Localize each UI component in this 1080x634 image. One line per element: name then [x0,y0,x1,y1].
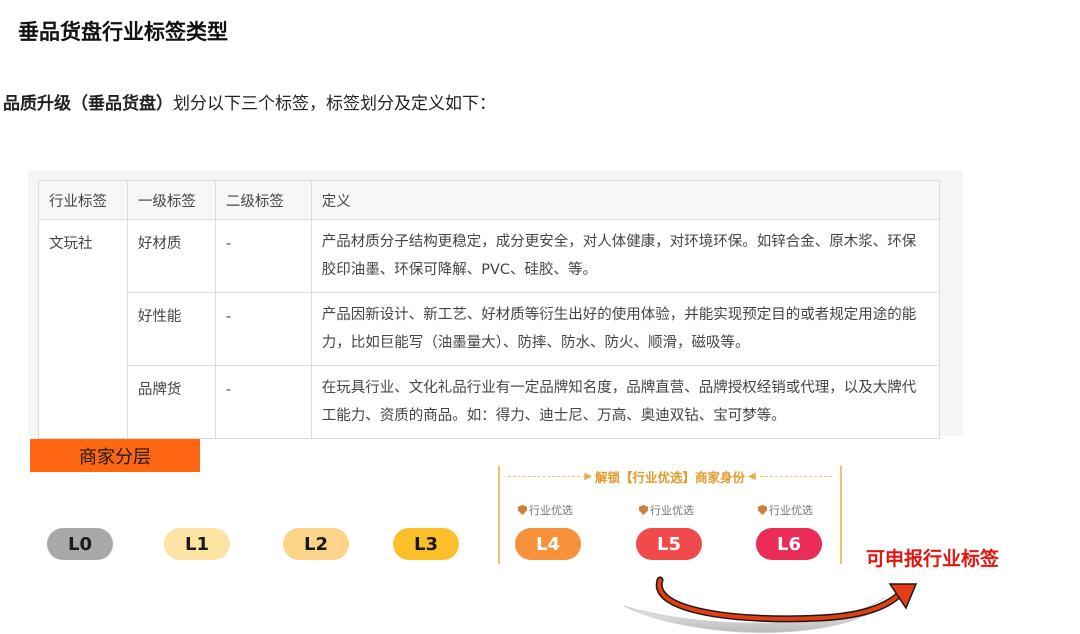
table-row: 文玩社 好材质 - 产品材质分子结构更稳定，成分更安全，对人体健康，对环境环保。… [38,219,941,439]
intro-rest: 划分以下三个标签，标签划分及定义如下： [173,94,496,114]
cell-level1: 好材质 [126,219,216,293]
table-header-row: 行业标签 一级标签 二级标签 定义 [38,180,941,220]
cell-industry: 文玩社 [38,219,128,439]
cell-level1: 品牌货 [126,365,216,439]
arrow-right-icon: ▶ [584,470,592,482]
header-level1: 一级标签 [126,180,216,220]
level-pill-l1: L1 [164,528,230,560]
curved-arrow-icon [623,576,918,633]
level-pill-l6: L6 [756,528,822,560]
level-pill-l2: L2 [283,528,349,560]
cell-level2: - [214,219,312,293]
shield-icon [518,505,527,515]
unlock-title: 解锁【行业优选】商家身份 [595,469,746,485]
header-industry: 行业标签 [38,180,128,220]
badge-label: 行业优选 [769,504,813,517]
table-row: 好性能 - 产品因新设计、新工艺、好材质等衍生出好的使用体验，并能实现预定目的或… [39,292,941,366]
cell-level2: - [214,292,312,366]
level-pill-l5: L5 [636,528,702,560]
report-tag-label: 可申报行业标签 [866,548,1000,570]
dash-right [759,475,833,477]
shield-icon [758,505,767,515]
tag-table: 行业标签 一级标签 二级标签 定义 文玩社 好材质 - 产品材质分子结构更稳定，… [38,180,941,439]
cell-definition: 产品因新设计、新工艺、好材质等衍生出好的使用体验，并能实现预定目的或者规定用途的… [310,292,941,366]
badge-label: 行业优选 [650,504,694,517]
header-definition: 定义 [310,180,941,220]
header-level2: 二级标签 [214,180,312,220]
dash-left [508,475,581,477]
unlock-title-row: ▶ 解锁【行业优选】商家身份 ◀ [504,466,836,486]
cell-level2: - [214,365,312,439]
page-title: 垂品货盘行业标签类型 [18,20,228,44]
badge-label: 行业优选 [529,504,573,517]
shield-icon [639,505,648,515]
intro-text: 品质升级（垂品货盘）划分以下三个标签，标签划分及定义如下： [3,89,496,114]
cell-level1: 好性能 [126,292,216,366]
preferred-badge-l5: 行业优选 [639,502,694,518]
level-pill-l0: L0 [47,528,113,560]
cell-definition: 产品材质分子结构更稳定，成分更安全，对人体健康，对环境环保。如锌合金、原木浆、环… [310,219,941,293]
merchant-tier-label: 商家分层 [30,439,200,472]
arrow-left-icon: ◀ [748,470,756,482]
table-row: 品牌货 - 在玩具行业、文化礼品行业有一定品牌知名度，品牌直营、品牌授权经销或代… [39,365,941,439]
level-pill-l4: L4 [515,528,581,560]
cell-definition: 在玩具行业、文化礼品行业有一定品牌知名度，品牌直营、品牌授权经销或代理，以及大牌… [310,365,941,439]
preferred-badge-l6: 行业优选 [758,502,813,518]
preferred-badge-l4: 行业优选 [518,502,573,518]
intro-bold: 品质升级（垂品货盘） [3,94,173,114]
level-pill-l3: L3 [393,528,459,560]
tag-table-panel: 行业标签 一级标签 二级标签 定义 文玩社 好材质 - 产品材质分子结构更稳定，… [28,170,963,439]
